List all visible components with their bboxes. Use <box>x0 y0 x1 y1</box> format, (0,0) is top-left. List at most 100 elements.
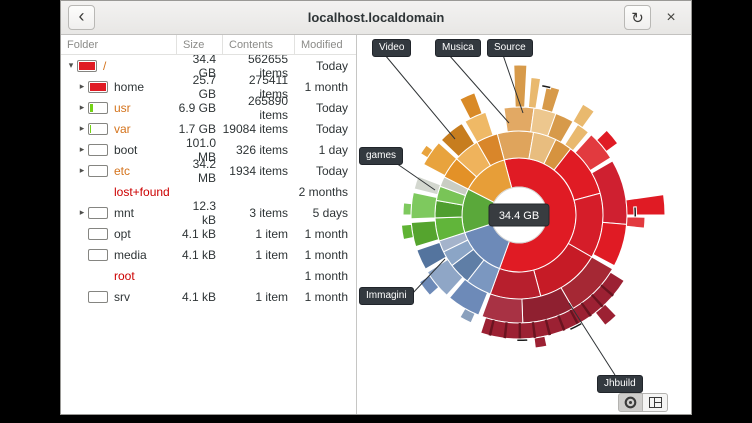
table-row[interactable]: root 1 month <box>61 265 356 286</box>
contents-cell: 1934 items <box>222 164 294 178</box>
chart-segment[interactable] <box>542 85 551 89</box>
size-cell: 4.1 kB <box>176 227 222 241</box>
chart-segment[interactable] <box>504 107 534 132</box>
chart-callout-label: Musica <box>435 39 481 57</box>
column-header-size[interactable]: Size <box>176 35 222 54</box>
chart-segment[interactable] <box>411 193 437 219</box>
chart-segment[interactable] <box>626 217 645 228</box>
folder-name: home <box>114 80 144 94</box>
size-cell: 6.9 GB <box>176 101 222 115</box>
folder-name: media <box>114 248 147 262</box>
usage-gauge-icon <box>88 81 108 93</box>
folder-name: usr <box>114 101 131 115</box>
table-row[interactable]: ▸home25.7 GB275411 items1 month <box>61 76 356 97</box>
usage-gauge-icon <box>88 228 108 240</box>
folder-cell: ▸ mnt <box>61 206 176 220</box>
treemap-view-button[interactable] <box>643 393 668 412</box>
folder-cell: ▸ boot <box>61 143 176 157</box>
usage-gauge-icon <box>88 123 108 135</box>
rescan-button[interactable]: ↻ <box>624 5 651 30</box>
modified-cell: 1 day <box>294 143 356 157</box>
chart-segment[interactable] <box>460 93 482 119</box>
rings-view-icon <box>624 396 637 409</box>
treemap-view-icon <box>649 397 662 408</box>
usage-gauge-icon <box>88 249 108 261</box>
folder-name: root <box>114 269 135 283</box>
chart-segment[interactable] <box>534 336 547 348</box>
rings-view-button[interactable] <box>618 393 643 412</box>
contents-cell: 19084 items <box>222 122 294 136</box>
chart-segment[interactable] <box>514 65 527 107</box>
chart-segment[interactable] <box>519 323 522 339</box>
size-cell: 4.1 kB <box>176 248 222 262</box>
folder-cell: opt <box>61 227 176 241</box>
chart-callout-label: Immagini <box>359 287 414 305</box>
usage-gauge-icon <box>88 207 108 219</box>
modified-cell: 5 days <box>294 206 356 220</box>
contents-cell: 1 item <box>222 248 294 262</box>
modified-cell: 1 month <box>294 80 356 94</box>
modified-cell: Today <box>294 164 356 178</box>
folder-cell: ▸ usr <box>61 101 176 115</box>
folder-cell: root <box>61 269 176 283</box>
disk-usage-analyzer-window: ‹ localhost.localdomain ↻ × Folder Size … <box>60 0 692 415</box>
chart-segment[interactable] <box>626 195 665 215</box>
folder-cell: media <box>61 248 176 262</box>
size-cell: 4.1 kB <box>176 290 222 304</box>
chart-segment[interactable] <box>573 104 594 127</box>
expander-icon[interactable]: ▸ <box>76 81 88 92</box>
chart-segment[interactable] <box>541 86 559 112</box>
size-cell: 1.7 GB <box>176 122 222 136</box>
table-row[interactable]: media4.1 kB1 item1 month <box>61 244 356 265</box>
table-row[interactable]: srv4.1 kB1 item1 month <box>61 286 356 307</box>
column-header-folder[interactable]: Folder <box>61 35 176 54</box>
size-cell: 34.2 MB <box>176 157 222 185</box>
view-toggle <box>618 393 668 412</box>
chart-segment[interactable] <box>401 224 413 239</box>
table-row[interactable]: ▸etc34.2 MB1934 itemsToday <box>61 160 356 181</box>
expander-icon[interactable]: ▸ <box>76 102 88 113</box>
folder-name: / <box>103 59 106 73</box>
expander-icon[interactable]: ▸ <box>76 165 88 176</box>
folder-name: opt <box>114 227 131 241</box>
chart-segment[interactable] <box>403 203 412 215</box>
folder-name: boot <box>114 143 137 157</box>
contents-cell: 265890 items <box>222 94 294 122</box>
modified-cell: 1 month <box>294 227 356 241</box>
chart-segment[interactable] <box>634 207 637 217</box>
chart-segment[interactable] <box>411 221 438 247</box>
chart-callout-label: Source <box>487 39 533 57</box>
expander-icon[interactable]: ▾ <box>65 60 77 71</box>
modified-cell: 2 months <box>294 185 356 199</box>
chart-segment[interactable] <box>517 339 528 342</box>
folder-cell: srv <box>61 290 176 304</box>
contents-cell: 326 items <box>222 143 294 157</box>
chart-segment[interactable] <box>528 78 540 109</box>
folder-name: lost+found <box>114 185 170 199</box>
contents-cell: 1 item <box>222 290 294 304</box>
expander-icon[interactable]: ▸ <box>76 144 88 155</box>
table-row[interactable]: ▸usr6.9 GB265890 itemsToday <box>61 97 356 118</box>
ring-chart[interactable]: 34.4 GB <box>357 35 691 414</box>
table-row[interactable]: ▸mnt12.3 kB3 items5 days <box>61 202 356 223</box>
column-header-contents[interactable]: Contents <box>222 35 294 54</box>
folder-name: mnt <box>114 206 134 220</box>
chart-callout-label: games <box>359 147 403 165</box>
column-header-modified[interactable]: Modified <box>294 35 356 54</box>
chart-segment[interactable] <box>414 176 440 194</box>
folder-tree-panel: Folder Size Contents Modified ▾/34.4 GB5… <box>61 35 357 414</box>
usage-gauge-icon <box>88 144 108 156</box>
close-button[interactable]: × <box>662 7 680 29</box>
header-bar: ‹ localhost.localdomain ↻ × <box>61 1 691 35</box>
contents-cell: 1 item <box>222 227 294 241</box>
folder-name: srv <box>114 290 130 304</box>
chart-callout-label: Video <box>372 39 411 57</box>
folder-table-body: ▾/34.4 GB562655 itemsToday▸home25.7 GB27… <box>61 55 356 414</box>
modified-cell: 1 month <box>294 269 356 283</box>
expander-icon[interactable]: ▸ <box>76 207 88 218</box>
expander-icon[interactable]: ▸ <box>76 123 88 134</box>
ring-chart-panel: 34.4 GB VideoMusicaSourcegamesImmaginiJh… <box>357 35 691 414</box>
back-button[interactable]: ‹ <box>68 5 95 30</box>
table-row[interactable]: opt 4.1 kB1 item1 month <box>61 223 356 244</box>
folder-cell: ▸ home <box>61 80 176 94</box>
